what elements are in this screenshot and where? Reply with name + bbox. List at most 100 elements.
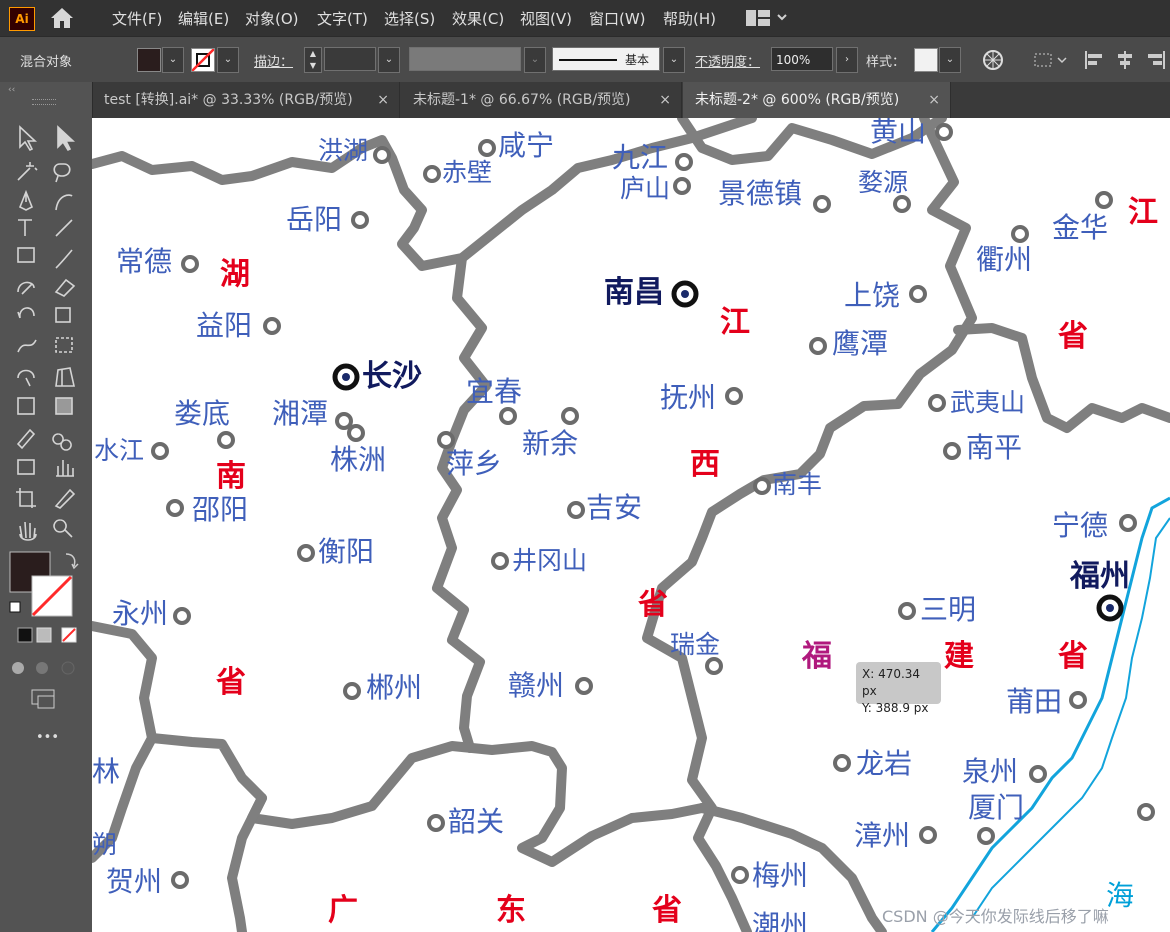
stroke-weight-stepper[interactable]: ▲ ▼: [304, 47, 322, 73]
recolor-artwork-icon[interactable]: [982, 49, 1004, 71]
draw-behind-icon[interactable]: [36, 662, 48, 674]
hand-icon[interactable]: [19, 521, 37, 541]
shape-builder-icon[interactable]: [17, 369, 35, 387]
city-dot[interactable]: [181, 255, 199, 273]
city-dot[interactable]: [478, 139, 496, 157]
city-label[interactable]: 永州: [112, 600, 168, 628]
width-icon[interactable]: [17, 339, 37, 353]
city-label[interactable]: 九江: [612, 144, 668, 172]
gradient-mode-icon[interactable]: [36, 627, 52, 643]
style-swatch[interactable]: [914, 48, 938, 72]
stroke-weight-dropdown[interactable]: ⌄: [378, 47, 400, 73]
city-label[interactable]: 衢州: [976, 246, 1032, 274]
city-label[interactable]: 郴州: [366, 674, 422, 702]
profile-dropdown[interactable]: ⌄: [524, 47, 546, 73]
curvature-icon[interactable]: [55, 194, 73, 211]
align-to-icon[interactable]: [1032, 51, 1054, 69]
city-label[interactable]: 宜春: [466, 378, 522, 406]
city-label[interactable]: 厦门: [968, 794, 1024, 822]
city-dot[interactable]: [335, 412, 353, 430]
tab-untitled-2[interactable]: 未标题-2* @ 600% (RGB/预览) ×: [683, 82, 951, 118]
city-label[interactable]: 南丰: [772, 472, 822, 497]
city-dot[interactable]: [731, 866, 749, 884]
tab-test[interactable]: test [转换].ai* @ 33.33% (RGB/预览) ×: [92, 82, 400, 118]
city-label[interactable]: 韶关: [448, 808, 504, 836]
menu-help[interactable]: 帮助(H): [663, 8, 716, 29]
city-label[interactable]: 益阳: [196, 312, 252, 340]
city-dot[interactable]: [1095, 191, 1113, 209]
city-dot[interactable]: [297, 544, 315, 562]
city-label[interactable]: 水江: [94, 438, 144, 463]
city-label[interactable]: 岳阳: [286, 206, 342, 234]
fill-swatch[interactable]: [137, 48, 161, 72]
city-dot[interactable]: [575, 677, 593, 695]
opacity-label[interactable]: 不透明度：: [695, 51, 760, 70]
gradient-icon[interactable]: [55, 397, 73, 415]
mesh-icon[interactable]: [17, 397, 35, 415]
menu-select[interactable]: 选择(S): [384, 8, 435, 29]
align-center-icon[interactable]: [1115, 50, 1135, 70]
city-label[interactable]: 吉安: [586, 494, 642, 522]
close-icon[interactable]: ×: [659, 82, 671, 118]
capital-label[interactable]: 长沙: [362, 362, 422, 392]
city-label[interactable]: 娄底: [174, 400, 230, 428]
blend-icon[interactable]: [52, 433, 72, 451]
zoom-icon[interactable]: [53, 519, 73, 538]
city-label[interactable]: 武夷山: [950, 390, 1025, 415]
magic-wand-icon[interactable]: [17, 162, 38, 181]
eyedropper-icon[interactable]: [16, 428, 36, 450]
menu-view[interactable]: 视图(V): [520, 8, 572, 29]
city-dot[interactable]: [705, 657, 723, 675]
style-dropdown[interactable]: ⌄: [939, 47, 961, 73]
city-label[interactable]: 上饶: [844, 282, 900, 310]
city-label[interactable]: 抚州: [660, 384, 716, 412]
swap-colors-icon[interactable]: [65, 553, 79, 570]
city-dot[interactable]: [166, 499, 184, 517]
tab-untitled-1[interactable]: 未标题-1* @ 66.67% (RGB/预览) ×: [401, 82, 682, 118]
scale-icon[interactable]: [55, 307, 71, 323]
city-dot[interactable]: [909, 285, 927, 303]
capital-label[interactable]: 南昌: [604, 278, 664, 308]
city-dot[interactable]: [423, 165, 441, 183]
city-label[interactable]: 赣州: [508, 672, 564, 700]
city-label[interactable]: 衡阳: [318, 538, 374, 566]
rotate-icon[interactable]: [17, 307, 35, 319]
draw-normal-icon[interactable]: [12, 662, 24, 674]
menu-type[interactable]: 文字(T): [317, 8, 368, 29]
shaper-icon[interactable]: [17, 281, 35, 295]
eraser-icon[interactable]: [54, 278, 76, 297]
city-label[interactable]: 泉州: [962, 758, 1018, 786]
city-label[interactable]: 梅州: [752, 862, 808, 890]
city-dot[interactable]: [673, 177, 691, 195]
city-label[interactable]: 洪湖: [318, 138, 368, 163]
city-dot[interactable]: [725, 387, 743, 405]
menu-file[interactable]: 文件(F): [112, 8, 162, 29]
city-dot[interactable]: [437, 431, 455, 449]
city-dot[interactable]: [343, 682, 361, 700]
brush-dropdown[interactable]: ⌄: [663, 47, 685, 73]
city-dot[interactable]: [1137, 803, 1155, 821]
city-dot[interactable]: [561, 407, 579, 425]
city-dot[interactable]: [809, 337, 827, 355]
opacity-arrow[interactable]: ›: [836, 47, 858, 73]
column-graph-icon[interactable]: [56, 460, 74, 477]
capital-label[interactable]: 福州: [1070, 562, 1130, 592]
city-dot[interactable]: [919, 826, 937, 844]
city-dot[interactable]: [898, 602, 916, 620]
fill-dropdown[interactable]: ⌄: [162, 47, 184, 73]
workspace-layout-icon[interactable]: [746, 10, 770, 26]
type-icon[interactable]: [18, 219, 32, 236]
menu-edit[interactable]: 编辑(E): [178, 8, 229, 29]
line-segment-icon[interactable]: [55, 219, 73, 237]
city-dot[interactable]: [1119, 514, 1137, 532]
city-label[interactable]: 贺州: [106, 868, 162, 896]
city-dot[interactable]: [813, 195, 831, 213]
close-icon[interactable]: ×: [928, 82, 940, 118]
city-label[interactable]: 黄山: [870, 118, 926, 146]
menu-effect[interactable]: 效果(C): [452, 8, 504, 29]
chevron-down-icon[interactable]: [776, 11, 788, 23]
city-dot[interactable]: [567, 501, 585, 519]
menu-object[interactable]: 对象(O): [245, 8, 299, 29]
city-label[interactable]: 金华: [1052, 214, 1108, 242]
lasso-icon[interactable]: [53, 163, 71, 183]
